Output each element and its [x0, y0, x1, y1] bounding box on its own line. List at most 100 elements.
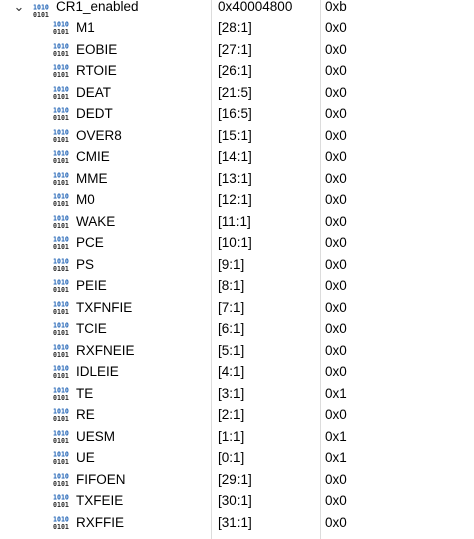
binary-field-icon: 1010 0101 — [53, 149, 69, 166]
field-value[interactable]: 0x0 — [321, 404, 474, 426]
svg-text:0101: 0101 — [53, 200, 69, 208]
field-bits: [29:1] — [218, 471, 252, 487]
binary-field-icon: 1010 0101 — [53, 407, 69, 424]
field-name: DEAT — [76, 84, 112, 100]
field-bits: [30:1] — [218, 493, 252, 508]
register-row-cr1-enabled[interactable]: ⌄ 1010 0101 CR1_enabled 0x40004800 0xb — [0, 0, 474, 19]
field-value[interactable]: 0x1 — [321, 383, 474, 405]
field-value[interactable]: 0x0 — [321, 125, 474, 147]
field-row[interactable]: 1010 0101 M1 [28:1] 0x0 — [0, 17, 474, 39]
field-row[interactable]: 1010 0101 OVER8 [15:1] 0x0 — [0, 125, 474, 147]
field-value[interactable]: 0x0 — [321, 275, 474, 297]
field-row[interactable]: 1010 0101 TE [3:1] 0x1 — [0, 383, 474, 405]
field-value[interactable]: 0x0 — [321, 490, 474, 512]
field-value[interactable]: 0x0 — [321, 512, 474, 534]
field-bits: [14:1] — [218, 149, 252, 164]
field-row[interactable]: 1010 0101 UESM [1:1] 0x1 — [0, 426, 474, 448]
field-row[interactable]: 1010 0101 RTOIE [26:1] 0x0 — [0, 60, 474, 82]
field-value[interactable]: 0x1 — [321, 447, 474, 469]
field-value[interactable]: 0x0 — [321, 318, 474, 340]
field-row[interactable]: 1010 0101 RE [2:1] 0x0 — [0, 404, 474, 426]
field-row[interactable]: 1010 0101 EOBIE [27:1] 0x0 — [0, 39, 474, 61]
field-name: RXFNEIE — [76, 342, 135, 358]
field-name-cell: 1010 0101 MME — [0, 168, 210, 190]
register-name: CR1_enabled — [56, 0, 139, 14]
field-name-cell: 1010 0101 RE — [0, 404, 210, 426]
field-row[interactable]: 1010 0101 UE [0:1] 0x1 — [0, 447, 474, 469]
field-row[interactable]: 1010 0101 RXFFIE [31:1] 0x0 — [0, 512, 474, 534]
svg-text:0101: 0101 — [53, 136, 69, 144]
field-value[interactable]: 0x1 — [321, 426, 474, 448]
svg-text:0101: 0101 — [53, 372, 69, 380]
field-name: M1 — [76, 20, 95, 35]
field-name: TXFNFIE — [76, 299, 133, 315]
binary-field-icon: 1010 0101 — [53, 300, 69, 316]
field-row[interactable]: 1010 0101 MME [13:1] 0x0 — [0, 168, 474, 190]
field-value[interactable]: 0x0 — [321, 82, 474, 104]
binary-field-icon: 1010 0101 — [53, 278, 69, 295]
field-row[interactable]: 1010 0101 PCE [10:1] 0x0 — [0, 232, 474, 254]
binary-field-icon: 1010 0101 — [53, 85, 69, 101]
binary-field-icon: 1010 0101 — [53, 386, 69, 402]
field-name-cell: 1010 0101 WAKE — [0, 211, 210, 233]
field-bits: [1:1] — [218, 428, 245, 444]
field-name-cell: 1010 0101 TXFNFIE — [0, 297, 210, 319]
field-value[interactable]: 0x0 — [321, 60, 474, 82]
binary-field-icon: 1010 0101 — [53, 257, 69, 273]
register-value[interactable]: 0xb — [321, 0, 474, 17]
field-bits: [16:5] — [218, 106, 252, 121]
field-name-cell: 1010 0101 TE — [0, 383, 210, 405]
field-value[interactable]: 0x0 — [321, 297, 474, 319]
register-address: 0x40004800 — [218, 0, 293, 14]
field-row[interactable]: 1010 0101 PS [9:1] 0x0 — [0, 254, 474, 276]
field-row[interactable]: 1010 0101 RXFNEIE [5:1] 0x0 — [0, 340, 474, 362]
field-name: PS — [76, 256, 95, 272]
field-bits: [2:1] — [218, 407, 245, 422]
svg-text:0101: 0101 — [53, 308, 69, 316]
svg-text:0101: 0101 — [53, 93, 69, 101]
field-value[interactable]: 0x0 — [321, 168, 474, 190]
svg-text:0101: 0101 — [53, 157, 69, 165]
field-value[interactable]: 0x0 — [321, 469, 474, 491]
field-value[interactable]: 0x0 — [321, 189, 474, 211]
field-name-cell: 1010 0101 RTOIE — [0, 60, 210, 82]
field-row[interactable]: 1010 0101 PEIE [8:1] 0x0 — [0, 275, 474, 297]
field-row[interactable]: 1010 0101 M0 [12:1] 0x0 — [0, 189, 474, 211]
field-name-cell: 1010 0101 PEIE — [0, 275, 210, 297]
binary-field-icon: 1010 0101 — [53, 171, 69, 187]
field-value[interactable]: 0x0 — [321, 232, 474, 254]
field-value[interactable]: 0x0 — [321, 17, 474, 39]
field-bits: [28:1] — [218, 20, 252, 35]
field-name-cell: 1010 0101 RXFNEIE — [0, 340, 210, 362]
field-row[interactable]: 1010 0101 IDLEIE [4:1] 0x0 — [0, 361, 474, 383]
field-row[interactable]: 1010 0101 TXFEIE [30:1] 0x0 — [0, 490, 474, 512]
binary-field-icon: 1010 0101 — [53, 364, 69, 381]
field-value[interactable]: 0x0 — [321, 103, 474, 125]
field-name-cell: 1010 0101 TCIE — [0, 318, 210, 340]
field-row[interactable]: 1010 0101 TCIE [6:1] 0x0 — [0, 318, 474, 340]
field-row[interactable]: 1010 0101 DEAT [21:5] 0x0 — [0, 82, 474, 104]
field-name: TCIE — [76, 321, 107, 336]
field-row[interactable]: 1010 0101 WAKE [11:1] 0x0 — [0, 211, 474, 233]
field-value[interactable]: 0x0 — [321, 146, 474, 168]
field-bits: [11:1] — [218, 213, 251, 229]
field-value[interactable]: 0x0 — [321, 211, 474, 233]
field-name: CMIE — [76, 149, 110, 164]
field-row[interactable]: 1010 0101 FIFOEN [29:1] 0x0 — [0, 469, 474, 491]
field-value[interactable]: 0x0 — [321, 340, 474, 362]
field-row[interactable]: 1010 0101 TXFNFIE [7:1] 0x0 — [0, 297, 474, 319]
svg-text:0101: 0101 — [53, 329, 69, 337]
field-row[interactable]: 1010 0101 CMIE [14:1] 0x0 — [0, 146, 474, 168]
svg-text:0101: 0101 — [53, 523, 69, 531]
binary-field-icon: 1010 0101 — [53, 235, 69, 252]
field-name-cell: 1010 0101 TXFEIE — [0, 490, 210, 512]
field-value[interactable]: 0x0 — [321, 254, 474, 276]
field-bits: [0:1] — [218, 450, 245, 465]
field-value[interactable]: 0x0 — [321, 361, 474, 383]
field-value[interactable]: 0x0 — [321, 39, 474, 61]
field-name-cell: 1010 0101 M0 — [0, 189, 210, 211]
chevron-down-icon[interactable]: ⌄ — [13, 0, 25, 14]
binary-field-icon: 1010 0101 — [53, 515, 69, 531]
binary-field-icon: 1010 0101 — [53, 214, 69, 230]
field-row[interactable]: 1010 0101 DEDT [16:5] 0x0 — [0, 103, 474, 125]
